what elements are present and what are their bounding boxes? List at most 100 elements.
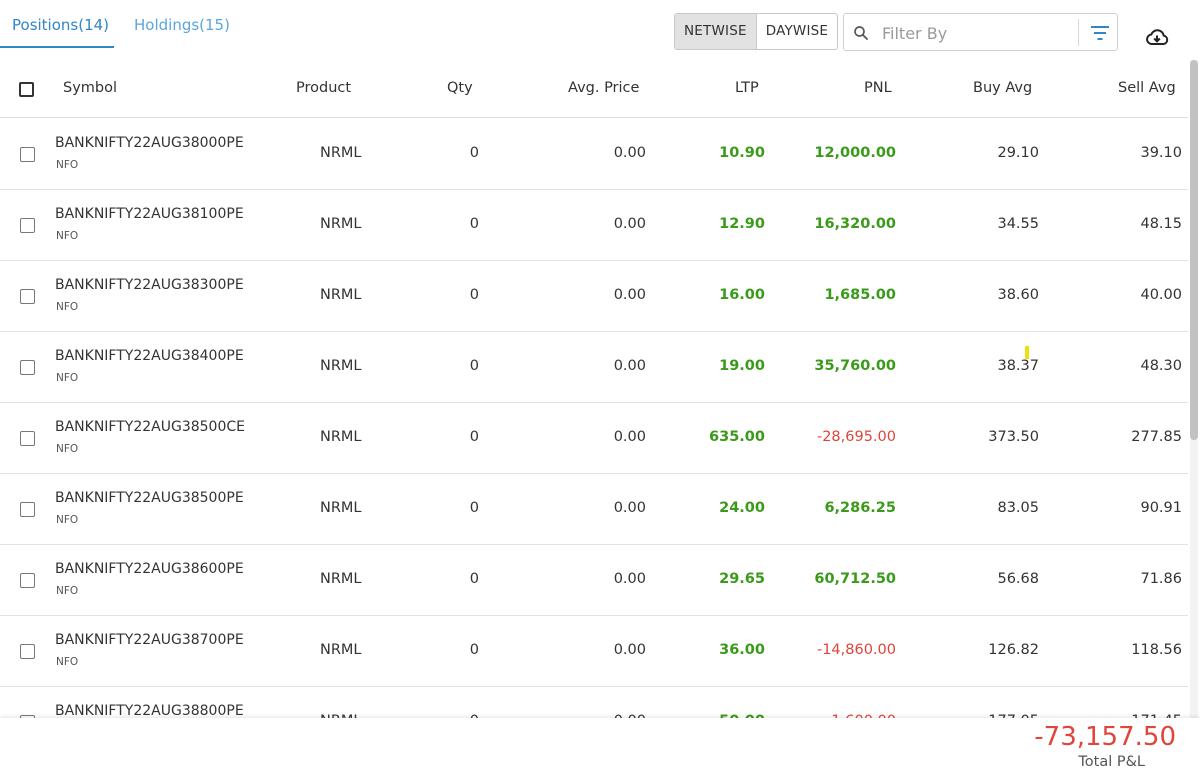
cell-symbol[interactable]: BANKNIFTY22AUG38500CE	[55, 419, 245, 435]
cell-exchange: NFO	[56, 443, 79, 455]
total-pnl-value: -73,157.50	[1034, 722, 1176, 752]
cell-sell-avg: 277.85	[1131, 429, 1182, 445]
cell-avg-price: 0.00	[613, 429, 646, 445]
column-header-buy-avg[interactable]: Buy Avg	[973, 80, 1032, 96]
row-checkbox[interactable]	[20, 644, 35, 659]
vertical-scrollbar[interactable]	[1190, 60, 1198, 720]
table-row[interactable]: BANKNIFTY22AUG38500PE NFO NRML 0 0.00 24.00 6,…	[0, 474, 1188, 545]
cell-product: NRML	[320, 287, 362, 303]
cell-qty: 0	[469, 429, 479, 445]
cell-symbol[interactable]: BANKNIFTY22AUG38800PE	[55, 703, 244, 718]
cell-ltp: 635.00	[709, 429, 765, 445]
cell-ltp: 36.00	[719, 642, 765, 658]
cell-ltp: 19.00	[719, 358, 765, 374]
cell-qty: 0	[469, 571, 479, 587]
row-checkbox[interactable]	[20, 147, 35, 162]
table-row[interactable]: BANKNIFTY22AUG38100PE NFO NRML 0 0.00 12.90 16…	[0, 190, 1188, 261]
cell-pnl: 60,712.50	[814, 571, 896, 587]
cell-qty: 0	[469, 642, 479, 658]
row-checkbox[interactable]	[20, 360, 35, 375]
column-header-avg-price[interactable]: Avg. Price	[568, 80, 639, 96]
column-header-sell-avg[interactable]: Sell Avg	[1118, 80, 1176, 96]
cell-pnl: 35,760.00	[814, 358, 896, 374]
cell-symbol[interactable]: BANKNIFTY22AUG38700PE	[55, 632, 244, 648]
filter-box	[843, 13, 1118, 51]
cell-symbol[interactable]: BANKNIFTY22AUG38000PE	[55, 135, 244, 151]
cell-exchange: NFO	[56, 514, 79, 526]
cell-buy-avg: 38.60	[997, 287, 1039, 303]
table-row[interactable]: BANKNIFTY22AUG38600PE NFO NRML 0 0.00 29.65 60…	[0, 545, 1188, 616]
netwise-button[interactable]: NETWISE	[675, 14, 756, 49]
cell-avg-price: 0.00	[613, 358, 646, 374]
cell-pnl: 1,685.00	[824, 287, 896, 303]
column-header-symbol[interactable]: Symbol	[63, 80, 117, 96]
table-row[interactable]: BANKNIFTY22AUG38300PE NFO NRML 0 0.00 16.00 1,…	[0, 261, 1188, 332]
cell-qty: 0	[469, 145, 479, 161]
cell-symbol[interactable]: BANKNIFTY22AUG38500PE	[55, 490, 244, 506]
pnl-footer: -73,157.50 Total P&L	[0, 718, 1200, 774]
cell-symbol[interactable]: BANKNIFTY22AUG38600PE	[55, 561, 244, 577]
cell-avg-price: 0.00	[613, 500, 646, 516]
cell-symbol[interactable]: BANKNIFTY22AUG38300PE	[55, 277, 244, 293]
cell-product: NRML	[320, 358, 362, 374]
cell-avg-price: 0.00	[613, 145, 646, 161]
cell-exchange: NFO	[56, 159, 79, 171]
row-checkbox[interactable]	[20, 573, 35, 588]
cloud-download-icon[interactable]	[1145, 27, 1169, 47]
table-row[interactable]: BANKNIFTY22AUG38000PE NFO NRML 0 0.00 10.90 12…	[0, 119, 1188, 190]
cell-product: NRML	[320, 429, 362, 445]
cell-buy-avg: 56.68	[997, 571, 1039, 587]
select-all-checkbox[interactable]	[19, 82, 34, 97]
table-row[interactable]: BANKNIFTY22AUG38700PE NFO NRML 0 0.00 36.00 -1…	[0, 616, 1188, 687]
column-header-pnl[interactable]: PNL	[864, 80, 892, 96]
row-checkbox[interactable]	[20, 289, 35, 304]
row-checkbox[interactable]	[20, 431, 35, 446]
filter-input[interactable]	[882, 20, 1072, 46]
filter-icon[interactable]	[1090, 24, 1110, 42]
column-header-product[interactable]: Product	[296, 80, 351, 96]
cell-ltp: 10.90	[719, 145, 765, 161]
cell-buy-avg: 29.10	[997, 145, 1039, 161]
cell-product: NRML	[320, 145, 362, 161]
cell-pnl: -28,695.00	[816, 429, 896, 445]
cell-pnl: -14,860.00	[816, 642, 896, 658]
column-header-ltp[interactable]: LTP	[735, 80, 759, 96]
cell-pnl: 6,286.25	[824, 500, 896, 516]
row-checkbox[interactable]	[20, 218, 35, 233]
row-checkbox[interactable]	[20, 502, 35, 517]
cell-buy-avg: 34.55	[997, 216, 1039, 232]
tab-holdings[interactable]: Holdings(15)	[134, 16, 230, 34]
top-bar: Positions(14) Holdings(15) NETWISE DAYWI…	[0, 0, 1200, 60]
column-header-qty[interactable]: Qty	[447, 80, 473, 96]
cell-avg-price: 0.00	[613, 216, 646, 232]
cell-sell-avg: 40.00	[1140, 287, 1182, 303]
scrollbar-thumb[interactable]	[1190, 60, 1198, 440]
cell-sell-avg: 48.15	[1140, 216, 1182, 232]
cell-avg-price: 0.00	[613, 571, 646, 587]
daywise-button[interactable]: DAYWISE	[755, 14, 837, 49]
tab-positions[interactable]: Positions(14)	[12, 16, 109, 34]
cell-product: NRML	[320, 571, 362, 587]
cell-ltp: 16.00	[719, 287, 765, 303]
cell-exchange: NFO	[56, 585, 79, 597]
active-tab-indicator	[0, 46, 114, 48]
cell-product: NRML	[320, 216, 362, 232]
cell-pnl: 12,000.00	[814, 145, 896, 161]
cell-symbol[interactable]: BANKNIFTY22AUG38100PE	[55, 206, 244, 222]
cell-buy-avg: 38.37	[997, 358, 1039, 374]
table-row[interactable]: BANKNIFTY22AUG38400PE NFO NRML 0 0.00 19.00 35…	[0, 332, 1188, 403]
view-toggle: NETWISE DAYWISE	[674, 13, 839, 50]
cell-symbol[interactable]: BANKNIFTY22AUG38400PE	[55, 348, 244, 364]
cell-exchange: NFO	[56, 301, 79, 313]
cell-ltp: 24.00	[719, 500, 765, 516]
filter-divider	[1078, 19, 1079, 46]
cell-exchange: NFO	[56, 656, 79, 668]
cell-ltp: 29.65	[719, 571, 765, 587]
cell-exchange: NFO	[56, 230, 79, 242]
table-row[interactable]: BANKNIFTY22AUG38500CE NFO NRML 0 0.00 635.00 -…	[0, 403, 1188, 474]
table-row[interactable]: BANKNIFTY22AUG38800PENFONRML00.0050.00-1…	[0, 687, 1188, 718]
cell-product: NRML	[320, 500, 362, 516]
cell-sell-avg: 39.10	[1140, 145, 1182, 161]
table-header: Symbol Product Qty Avg. Price LTP PNL Bu…	[0, 60, 1188, 118]
cell-sell-avg: 71.86	[1140, 571, 1182, 587]
